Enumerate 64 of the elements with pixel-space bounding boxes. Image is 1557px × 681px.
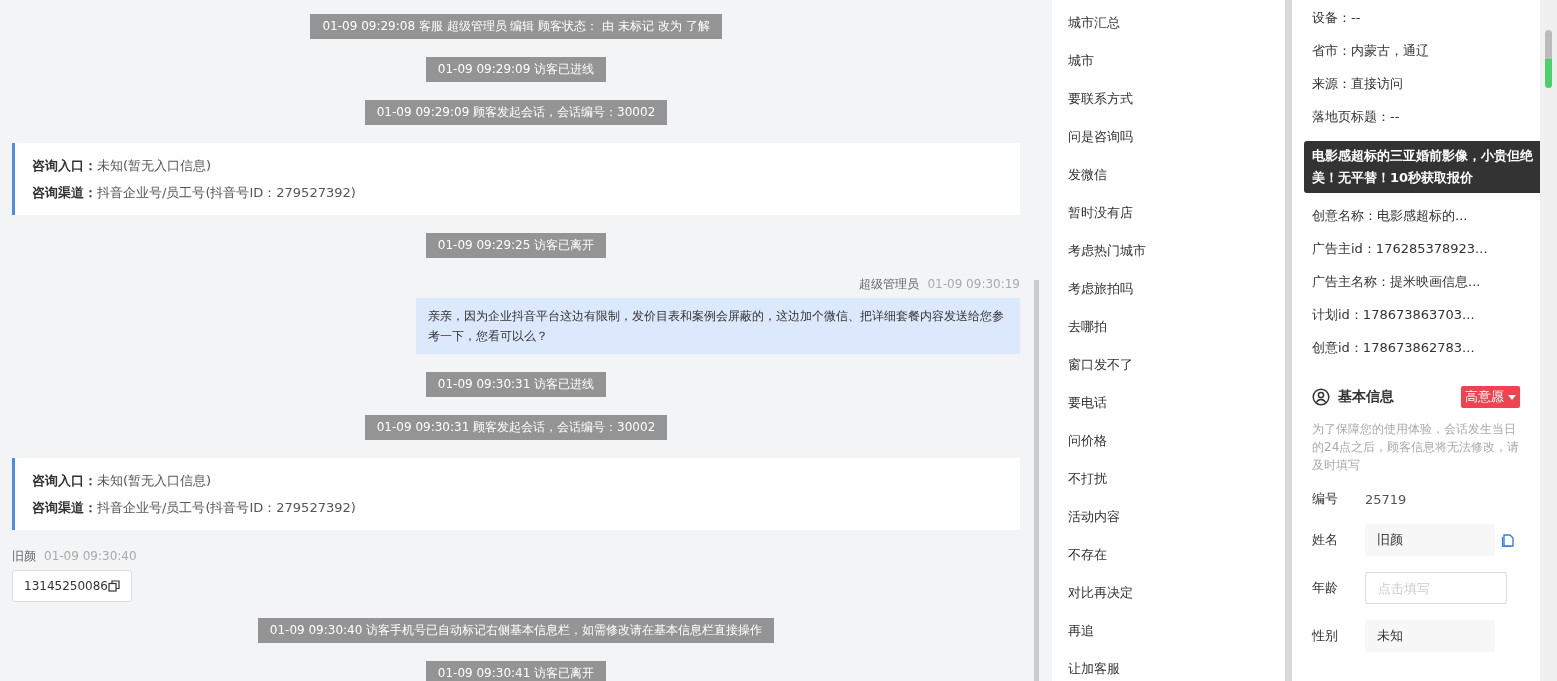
system-message: 01-09 09:30:31 顾客发起会话，会话编号：30002 [364, 415, 668, 440]
input-field[interactable]: 旧颜 [1365, 524, 1495, 556]
phone-number: 13145250086 [24, 579, 108, 593]
quick-reply-item[interactable]: 城市汇总 [1052, 4, 1285, 42]
visitor-info-row-text: 省市：内蒙古，通辽 [1312, 42, 1430, 60]
quick-reply-item[interactable]: 窗口发不了 [1052, 346, 1285, 384]
info-value: 未知(暂无入口信息) [97, 158, 212, 173]
quick-reply-item[interactable]: 对比再决定 [1052, 574, 1285, 612]
visitor-info-row-text: 落地页标题：-- [1312, 108, 1401, 126]
section-title: 基本信息 [1338, 388, 1394, 406]
visitor-info-row-text: 广告主id：176285378923... [1312, 240, 1489, 258]
field-label: 年龄 [1312, 579, 1339, 597]
notice-text: 为了保障您的使用体验，会话发生当日的24点之后，顾客信息将无法修改，请及时填写 [1312, 421, 1520, 474]
system-message: 01-09 09:30:31 访客已进线 [425, 372, 607, 397]
visitor-info-row-text: 设备：-- [1312, 9, 1362, 27]
message-bubble: 亲亲，因为企业抖音平台这边有限制，发价目表和案例会屏蔽的，这边加个微信、把详细套餐内容发送给您参考一下，您看可以么？ [416, 298, 1020, 354]
visitor-info-row-text: 创意名称：电影感超标的... [1312, 207, 1469, 225]
quick-reply-item[interactable]: 考虑旅拍吗 [1052, 270, 1285, 308]
quick-reply-item[interactable]: 考虑热门城市 [1052, 232, 1285, 270]
visitor-info-row-text: 广告主名称：提米映画信息... [1312, 273, 1482, 291]
quick-reply-item[interactable]: 要电话 [1052, 384, 1285, 422]
system-message: 01-09 09:30:41 访客已离开 [425, 661, 607, 681]
field-value: 25719 [1365, 491, 1407, 507]
system-message: 01-09 09:29:25 访客已离开 [425, 233, 607, 258]
quick-reply-item[interactable]: 问是咨询吗 [1052, 118, 1285, 156]
info-label: 咨询渠道： [32, 185, 97, 200]
system-message: 01-09 09:29:08 客服 超级管理员 编辑 顾客状态： 由 未标记 改为 了解 [310, 14, 722, 39]
caret-icon [1508, 394, 1516, 400]
scrollbar-thumb[interactable] [1545, 30, 1552, 88]
info-value: 未知(暂无入口信息) [97, 473, 212, 488]
system-message: 01-09 09:29:09 访客已进线 [425, 57, 607, 82]
visitor-info-row-text: 创意id：178673862783... [1312, 339, 1476, 357]
quick-reply-item[interactable]: 发微信 [1052, 156, 1285, 194]
info-label: 咨询入口： [32, 158, 97, 173]
copy-icon[interactable] [108, 580, 120, 592]
quick-reply-item[interactable]: 不存在 [1052, 536, 1285, 574]
quick-reply-item[interactable]: 再追 [1052, 612, 1285, 650]
quick-reply-item[interactable]: 让加客服 [1052, 650, 1285, 681]
quick-reply-item[interactable]: 问价格 [1052, 422, 1285, 460]
quick-reply-item[interactable]: 暂时没有店 [1052, 194, 1285, 232]
quick-reply-item[interactable]: 去哪拍 [1052, 308, 1285, 346]
quick-reply-item[interactable]: 城市 [1052, 42, 1285, 80]
system-message: 01-09 09:29:09 顾客发起会话，会话编号：30002 [364, 100, 668, 125]
message-time: 01-09 09:30:19 [927, 276, 1020, 292]
field-label: 性别 [1312, 627, 1339, 645]
info-value: 抖音企业号/员工号(抖音号ID：279527392) [97, 185, 356, 200]
intent-dropdown[interactable]: 高意愿 [1461, 386, 1520, 408]
visitor-info-row-text: 来源：直接访问 [1312, 75, 1404, 93]
quick-reply-item[interactable]: 要联系方式 [1052, 80, 1285, 118]
quick-reply-item[interactable]: 不打扰 [1052, 460, 1285, 498]
user-icon [1312, 388, 1330, 406]
field-label: 姓名 [1312, 531, 1339, 549]
quick-reply-item[interactable]: 活动内容 [1052, 498, 1285, 536]
info-label: 咨询入口： [32, 473, 97, 488]
field-label: 编号 [1312, 490, 1339, 508]
sender-name: 旧颜 [12, 548, 36, 564]
info-label: 咨询渠道： [32, 500, 97, 515]
system-message: 01-09 09:30:40 访客手机号已自动标记右侧基本信息栏，如需修改请在基本信息栏直接操作 [257, 618, 775, 643]
sender-name: 超级管理员 [859, 276, 920, 292]
input-field[interactable]: 未知 [1365, 620, 1495, 652]
message-time: 01-09 09:30:40 [44, 548, 137, 564]
scrollbar-thumb[interactable] [1034, 280, 1039, 681]
visitor-info-row-text: 计划id：178673863703... [1312, 306, 1476, 324]
info-value: 抖音企业号/员工号(抖音号ID：279527392) [97, 500, 356, 515]
